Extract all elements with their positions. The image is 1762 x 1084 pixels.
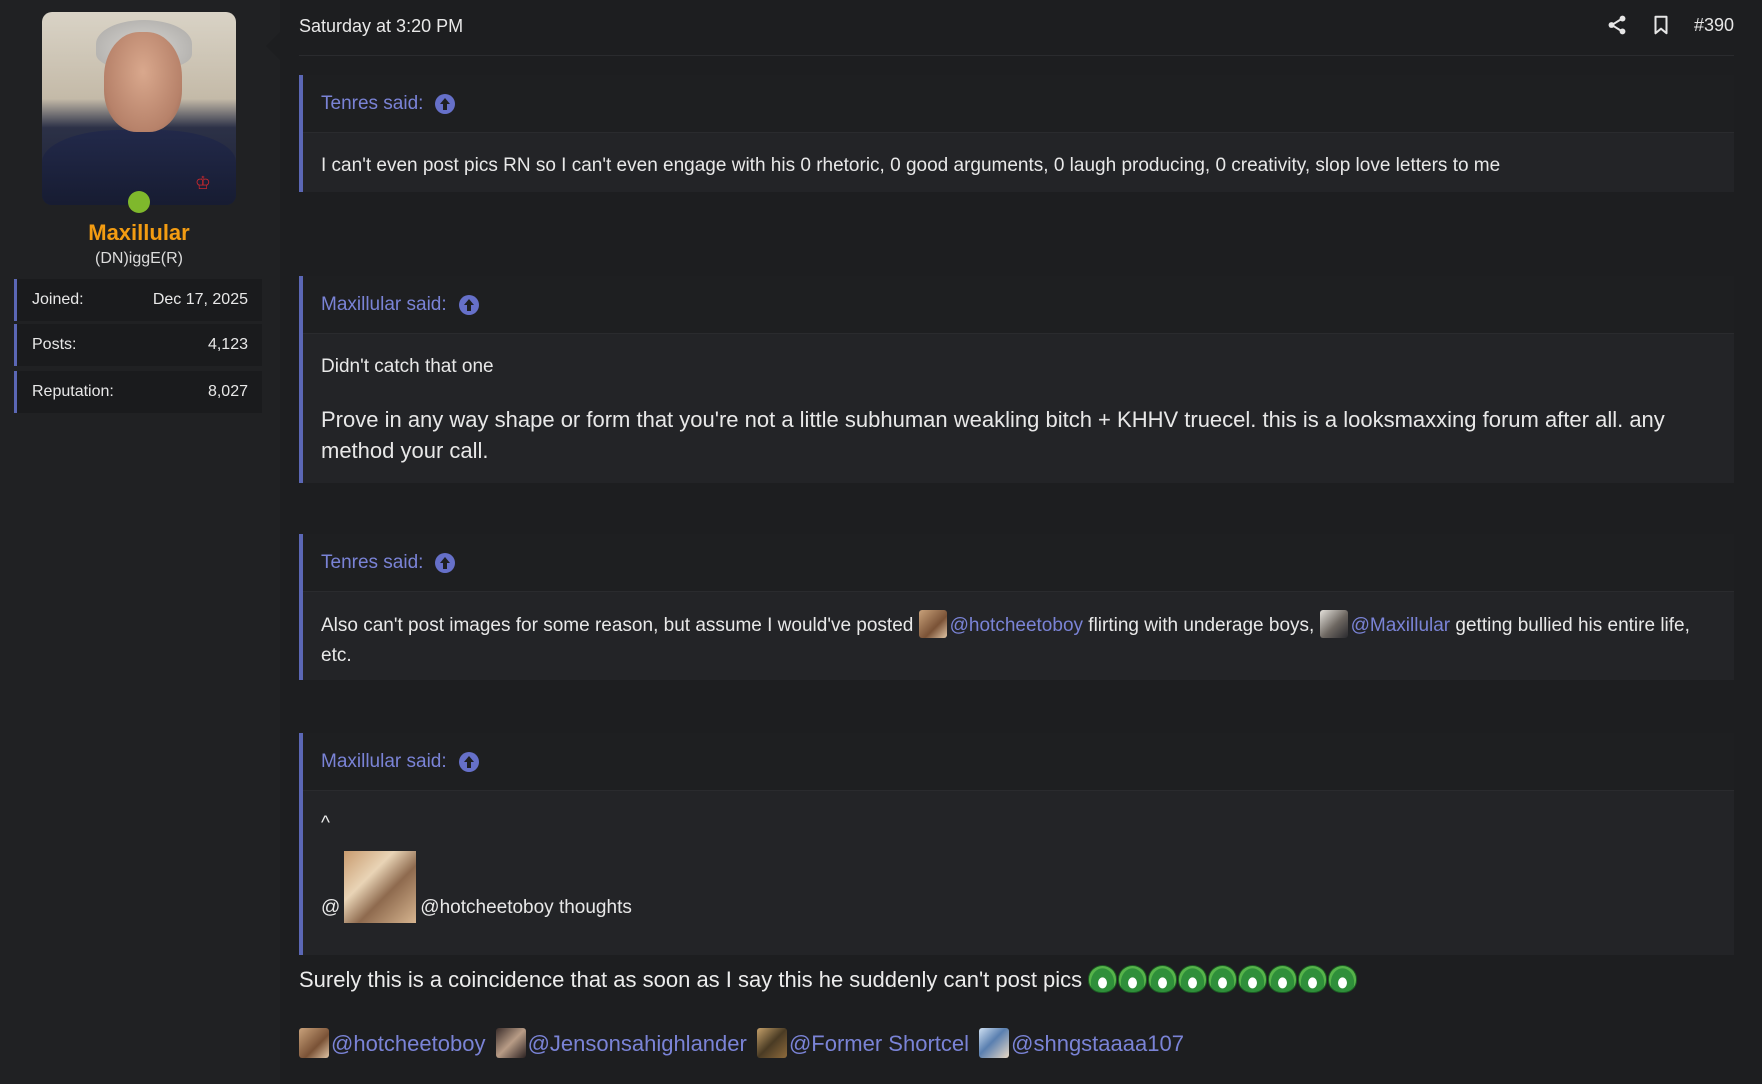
post-header: Saturday at 3:20 PM #390 [299, 0, 1734, 56]
jump-to-quote-icon[interactable] [435, 93, 456, 114]
quote-block: Tenres said: I can't even post pics RN s… [299, 75, 1734, 192]
quote-header: Maxillular said: [303, 733, 1734, 791]
stat-value[interactable]: 4,123 [208, 336, 248, 354]
quote-body: ^ @ @hotcheetoboy thoughts [303, 791, 1734, 939]
online-status-icon [128, 191, 150, 213]
quote-block: Tenres said: Also can't post images for … [299, 534, 1734, 680]
quote-author[interactable]: Maxillular said: [321, 294, 447, 316]
mention-avatar[interactable] [918, 610, 947, 638]
laughing-pepe-icon [1328, 965, 1358, 993]
mention-avatar[interactable] [1319, 610, 1348, 638]
laughing-pepe-icon [1148, 965, 1178, 993]
laughing-pepe-icon [1088, 965, 1118, 993]
username[interactable]: Maxillular [0, 220, 278, 246]
user-mention-link[interactable]: @shngstaaaa107 [1011, 1031, 1184, 1056]
post-actions: #390 [1606, 14, 1734, 36]
laughing-pepe-icon [1208, 965, 1238, 993]
user-mention-link[interactable]: @Jensonsahighlander [528, 1031, 747, 1056]
jump-to-quote-icon[interactable] [458, 294, 479, 315]
quote-author[interactable]: Tenres said: [321, 93, 423, 115]
quote-text: @ [321, 897, 341, 918]
post-text: Surely this is a coincidence that as soo… [299, 967, 1083, 992]
mention-avatar[interactable] [299, 1028, 329, 1058]
laughing-pepe-icon [1298, 965, 1328, 993]
quote-text: ^ [321, 813, 330, 834]
stat-value: 8,027 [207, 383, 248, 400]
mention-avatar[interactable] [979, 1028, 1010, 1058]
jump-to-quote-icon[interactable] [435, 552, 456, 573]
user-panel: ♔ Maxillular (DN)iggE(R) Joined: Dec 17,… [0, 0, 280, 1084]
post-body-text: Surely this is a coincidence that as soo… [299, 965, 1358, 993]
user-avatar[interactable]: ♔ [42, 12, 236, 205]
quote-block: Maxillular said: Didn't catch that one P… [299, 276, 1734, 483]
quote-body: Also can't post images for some reason, … [303, 592, 1734, 687]
mention-avatar[interactable] [756, 1028, 787, 1058]
stat-label: Reputation: [32, 383, 114, 400]
stat-label: Joined: [32, 291, 84, 308]
mentions-row: @hotcheetoboy @Jensonsahighlander @Forme… [299, 1028, 1188, 1058]
post-date[interactable]: Saturday at 3:20 PM [299, 16, 463, 37]
quote-body: Didn't catch that one Prove in any way s… [303, 334, 1734, 482]
user-title: (DN)iggE(R) [95, 250, 183, 267]
panel-arrow [266, 32, 280, 60]
emoji-row [1088, 965, 1358, 993]
quote-header: Tenres said: [303, 534, 1734, 592]
quote-text: Didn't catch that one [321, 356, 494, 377]
laughing-pepe-icon [1118, 965, 1148, 993]
quote-text: @hotcheetoboy thoughts [420, 897, 632, 918]
quote-author[interactable]: Tenres said: [321, 552, 423, 574]
laughing-pepe-icon [1238, 965, 1268, 993]
laughing-pepe-icon [1268, 965, 1298, 993]
user-mention-link[interactable]: @Former Shortcel [789, 1031, 969, 1056]
quote-text: Also can't post images for some reason, … [321, 615, 919, 636]
stat-value: Dec 17, 2025 [152, 291, 248, 308]
jacket-logo-icon: ♔ [194, 173, 212, 193]
stat-joined: Joined: Dec 17, 2025 [14, 279, 262, 321]
quote-header: Maxillular said: [303, 276, 1734, 334]
quote-text: I can't even post pics RN so I can't eve… [321, 155, 1501, 176]
stat-reputation: Reputation: 8,027 [14, 371, 262, 413]
post-number-link[interactable]: #390 [1694, 15, 1734, 36]
jump-to-quote-icon[interactable] [458, 751, 479, 772]
avatar-face [104, 32, 182, 132]
quote-text: Prove in any way shape or form that you'… [321, 407, 1665, 463]
quote-header: Tenres said: [303, 75, 1734, 133]
laughing-pepe-icon [1178, 965, 1208, 993]
quote-author[interactable]: Maxillular said: [321, 751, 447, 773]
quote-body: I can't even post pics RN so I can't eve… [303, 133, 1734, 197]
stat-posts: Posts: 4,123 [14, 324, 262, 366]
embedded-image[interactable] [344, 851, 417, 923]
quote-text: flirting with underage boys, [1083, 615, 1320, 636]
user-mention-link[interactable]: @Maxillular [1351, 615, 1451, 636]
share-icon[interactable] [1606, 14, 1628, 36]
stat-label: Posts: [32, 336, 77, 353]
mention-avatar[interactable] [495, 1028, 526, 1058]
user-mention-link[interactable]: @hotcheetoboy [950, 615, 1083, 636]
user-mention-link[interactable]: @hotcheetoboy [331, 1031, 485, 1056]
quote-block: Maxillular said: ^ @ @hotcheetoboy though… [299, 733, 1734, 955]
bookmark-icon[interactable] [1650, 14, 1672, 36]
